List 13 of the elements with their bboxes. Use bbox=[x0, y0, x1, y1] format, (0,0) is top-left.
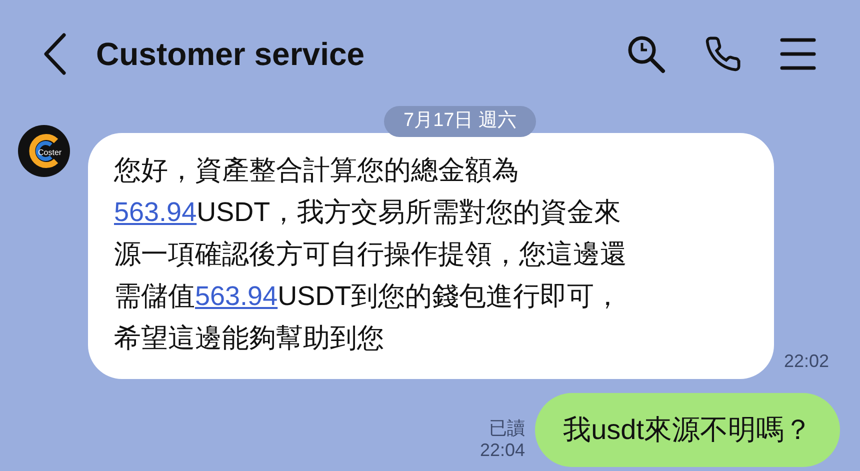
message-time: 22:04 bbox=[480, 438, 526, 460]
message-text: 您好，資產整合計算您的總金額為 563.94USDT，我方交易所需對您的資金來 源一項確認後方可自行操作提領，您這邊還 需儲值563.94USDT到您的錢包進行即可， 希望這邊能夠幫助到您 bbox=[114, 154, 628, 354]
phone-icon[interactable] bbox=[704, 35, 742, 73]
search-icon[interactable] bbox=[626, 34, 666, 74]
message-text: 我usdt來源不明嗎？ bbox=[563, 414, 812, 444]
amount-link[interactable]: 563.94 bbox=[195, 280, 278, 310]
message-time: 22:02 bbox=[784, 350, 830, 372]
date-label: 7月17日 週六 bbox=[384, 106, 536, 136]
read-receipt: 已讀 bbox=[489, 416, 526, 438]
amount-link[interactable]: 563.94 bbox=[114, 196, 197, 226]
menu-icon[interactable] bbox=[780, 37, 816, 71]
back-icon[interactable] bbox=[42, 32, 68, 76]
chat-title: Customer service bbox=[96, 35, 365, 74]
